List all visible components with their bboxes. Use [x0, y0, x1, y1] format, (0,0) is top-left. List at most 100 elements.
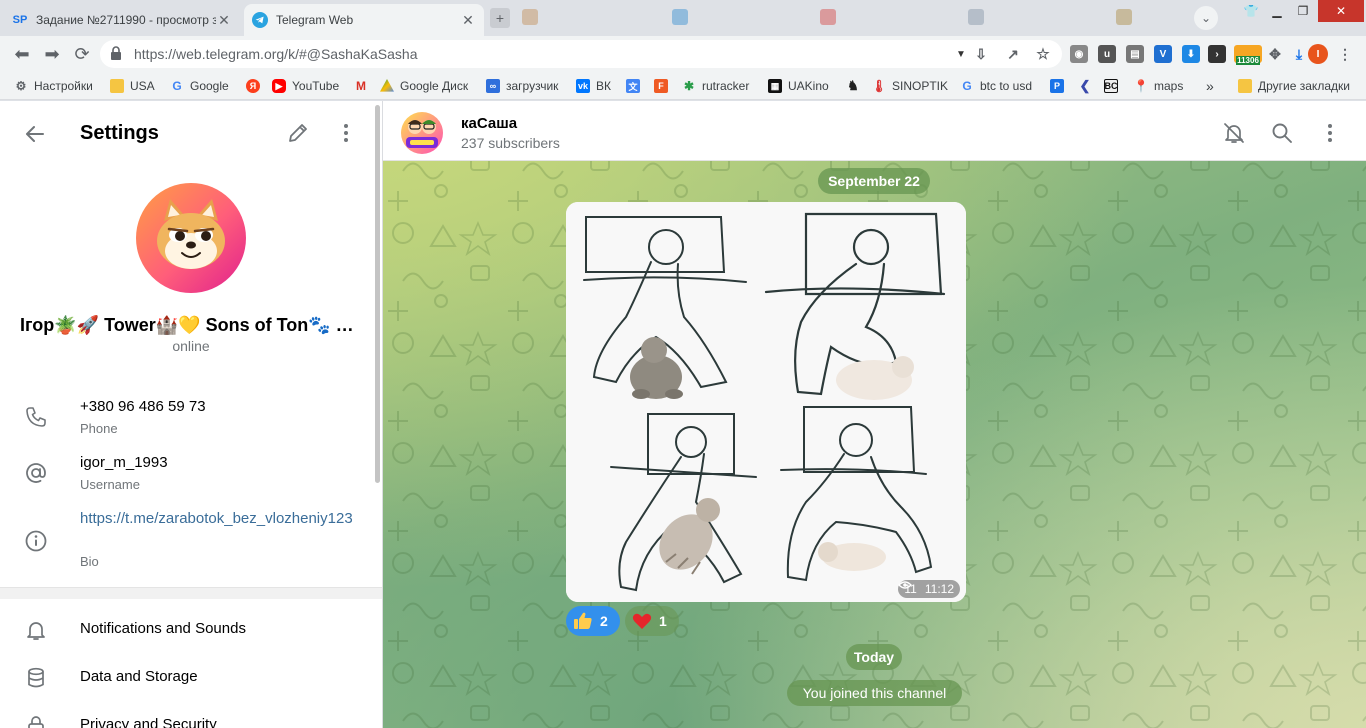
terminal-icon[interactable]: › — [1208, 45, 1226, 63]
other-bookmarks-folder[interactable]: Другие закладки — [1238, 78, 1350, 94]
bookmark-btc-to-usd[interactable]: Gbtc to usd — [960, 78, 1032, 94]
bookmark-translate[interactable]: 文 — [626, 78, 646, 94]
bookmark-sinoptik[interactable]: 🌡 SINOPTIK — [871, 78, 948, 94]
bookmark-f[interactable]: F — [654, 78, 674, 94]
pinned-tab-icon[interactable] — [522, 9, 538, 25]
bookmark-downloader[interactable]: ∞ загрузчик — [486, 78, 558, 94]
download-extension-icon[interactable]: ⬇ — [1182, 45, 1200, 63]
reaction-heart[interactable]: 1 — [625, 606, 679, 636]
info-icon — [24, 529, 48, 553]
pinned-tab-icon[interactable] — [820, 9, 836, 25]
channel-avatar[interactable] — [401, 112, 443, 154]
thumbs-up-icon — [572, 610, 594, 632]
vk-icon: vk — [576, 79, 590, 93]
bookmark-gmail[interactable]: M — [354, 78, 374, 94]
menu-label: Notifications and Sounds — [80, 620, 246, 637]
message-meta: 11 11:12 — [898, 580, 960, 598]
browser-tab-telegram[interactable]: Telegram Web ✕ — [244, 4, 484, 36]
p-icon: P — [1050, 79, 1064, 93]
more-vertical-icon[interactable] — [1318, 121, 1342, 145]
profile-status: online — [172, 338, 210, 354]
bookmark-settings[interactable]: ⚙ Настройки — [14, 78, 93, 94]
rutracker-icon: ✱ — [683, 79, 695, 93]
phone-value: +380 96 486 59 73 — [80, 398, 206, 415]
drive-icon — [380, 79, 394, 92]
close-tab-icon[interactable]: ✕ — [216, 12, 232, 28]
bookmark-arrow[interactable]: ❮ — [1078, 78, 1098, 94]
reaction-thumbs-up[interactable]: 2 — [566, 606, 620, 636]
menu-notifications-and-sounds[interactable]: Notifications and Sounds — [0, 606, 382, 654]
dropdown-icon[interactable]: ▼ — [952, 45, 970, 63]
forward-arrow-icon[interactable]: ➡ — [40, 42, 64, 66]
sidebar-scrollbar[interactable] — [375, 105, 380, 483]
more-bookmarks-button[interactable]: » — [1206, 78, 1214, 94]
profile-avatar[interactable] — [136, 183, 246, 293]
browser-tab-strip: SP Задание №2711990 - просмотр з ✕ Teleg… — [0, 0, 1366, 36]
settings-panel: Settings Ігор🪴🚀 Tower🏰💛 Sons of Ton🐾 @… — [0, 101, 382, 728]
arrow-icon: ❮ — [1079, 78, 1091, 93]
ublock-icon[interactable]: u — [1098, 45, 1116, 63]
pinned-tab-icon[interactable] — [672, 9, 688, 25]
yandex-icon: Я — [246, 79, 260, 93]
browser-menu-icon[interactable]: ⋮ — [1336, 45, 1354, 63]
shirt-icon[interactable]: 👕 — [1238, 0, 1264, 22]
reload-icon[interactable]: ⟳ — [70, 42, 94, 66]
menu-privacy-and-security[interactable]: Privacy and Security — [0, 702, 382, 728]
bookmark-bc[interactable]: BC — [1104, 78, 1124, 94]
phone-row[interactable]: +380 96 486 59 73 Phone — [0, 397, 382, 437]
bookmark-uakino[interactable]: ▦ UAKino — [768, 78, 829, 94]
search-icon[interactable] — [1270, 121, 1294, 145]
channel-post[interactable]: 11 11:12 — [566, 202, 966, 602]
new-tab-button[interactable]: + — [490, 8, 510, 28]
pinned-tab-icon[interactable] — [968, 9, 984, 25]
pencil-icon[interactable] — [286, 121, 310, 145]
folder-icon — [1238, 79, 1252, 93]
chat-header[interactable]: каСаша 237 subscribers — [383, 101, 1366, 161]
address-bar[interactable]: https://web.telegram.org/k/#@SashaKaSash… — [100, 40, 1062, 68]
bookmark-chess[interactable]: ♞ — [846, 78, 866, 94]
share-icon[interactable]: ↗ — [1004, 45, 1022, 63]
bookmark-maps[interactable]: 📍 maps — [1134, 78, 1184, 94]
v-extension-icon[interactable]: V — [1154, 45, 1172, 63]
bookmark-rutracker[interactable]: ✱ rutracker — [682, 78, 749, 94]
downloads-icon[interactable]: ⤓ — [1290, 45, 1308, 63]
bookmark-vk[interactable]: vk ВК — [576, 78, 611, 94]
bc-icon: BC — [1104, 79, 1118, 93]
channel-name: каСаша — [461, 115, 518, 132]
minimize-icon[interactable]: ▁ — [1264, 0, 1290, 22]
tab-search-icon[interactable]: ⌄ — [1194, 6, 1218, 30]
puzzle-icon[interactable]: ✥ — [1266, 45, 1284, 63]
globe-icon[interactable]: ◉ — [1070, 45, 1088, 63]
bookmark-usa[interactable]: USA — [110, 78, 155, 94]
star-icon[interactable]: ☆ — [1034, 45, 1052, 63]
bookmark-google-drive[interactable]: Google Диск — [380, 78, 468, 94]
mute-bell-icon[interactable] — [1222, 121, 1246, 145]
back-arrow-icon[interactable]: ⬅ — [10, 42, 34, 66]
bio-link[interactable]: https://t.me/zarabotok_bez_vlozheniy123 — [80, 509, 370, 529]
bookmark-google[interactable]: G Google — [170, 78, 228, 94]
browser-tab-task[interactable]: SP Задание №2711990 - просмотр з ✕ — [4, 4, 240, 36]
chess-icon: ♞ — [847, 78, 859, 93]
today-separator: Today — [846, 644, 902, 670]
install-icon[interactable]: ⇩ — [972, 45, 990, 63]
phone-label: Phone — [80, 421, 118, 436]
sleeping-poses-image[interactable] — [566, 202, 966, 602]
menu-data-and-storage[interactable]: Data and Storage — [0, 654, 382, 702]
pinned-tab-icon[interactable] — [1116, 9, 1132, 25]
profile-avatar[interactable]: I — [1308, 44, 1328, 64]
more-vertical-icon[interactable] — [334, 121, 358, 145]
bookmark-youtube[interactable]: ▶ YouTube — [272, 78, 339, 94]
bookmark-yandex[interactable]: Я — [246, 78, 266, 94]
bio-row[interactable]: https://t.me/zarabotok_bez_vlozheniy123 … — [0, 509, 382, 573]
section-divider — [0, 587, 382, 599]
username-row[interactable]: igor_m_1993 Username — [0, 453, 382, 493]
restore-icon[interactable]: ❐ — [1290, 0, 1316, 22]
briefcase-icon[interactable]: ▤ — [1126, 45, 1144, 63]
back-arrow-icon[interactable] — [22, 121, 48, 147]
close-window-icon[interactable]: ✕ — [1318, 0, 1364, 22]
bitcoin-extension-icon[interactable]: 11306 — [1234, 45, 1262, 65]
bookmark-p[interactable]: P — [1050, 78, 1070, 94]
service-message: You joined this channel — [787, 680, 962, 706]
browser-toolbar: ⬅ ➡ ⟳ https://web.telegram.org/k/#@Sasha… — [0, 36, 1366, 72]
close-tab-icon[interactable]: ✕ — [460, 12, 476, 28]
